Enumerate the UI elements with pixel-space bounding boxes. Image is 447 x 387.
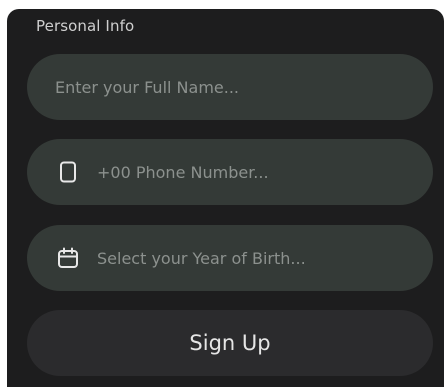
section-title: Personal Info: [36, 17, 135, 35]
sign-up-button[interactable]: Sign Up: [27, 310, 433, 376]
birth-year-placeholder: Select your Year of Birth...: [97, 248, 306, 268]
phone-number-field[interactable]: +00 Phone Number...: [27, 139, 433, 205]
phone-icon: [57, 161, 79, 183]
birth-year-field[interactable]: Select your Year of Birth...: [27, 225, 433, 291]
calendar-icon: [57, 247, 79, 269]
phone-number-placeholder: +00 Phone Number...: [97, 162, 269, 182]
personal-info-card: Personal Info Enter your Full Name... +0…: [7, 9, 444, 387]
full-name-placeholder: Enter your Full Name...: [55, 77, 239, 97]
full-name-field[interactable]: Enter your Full Name...: [27, 54, 433, 120]
